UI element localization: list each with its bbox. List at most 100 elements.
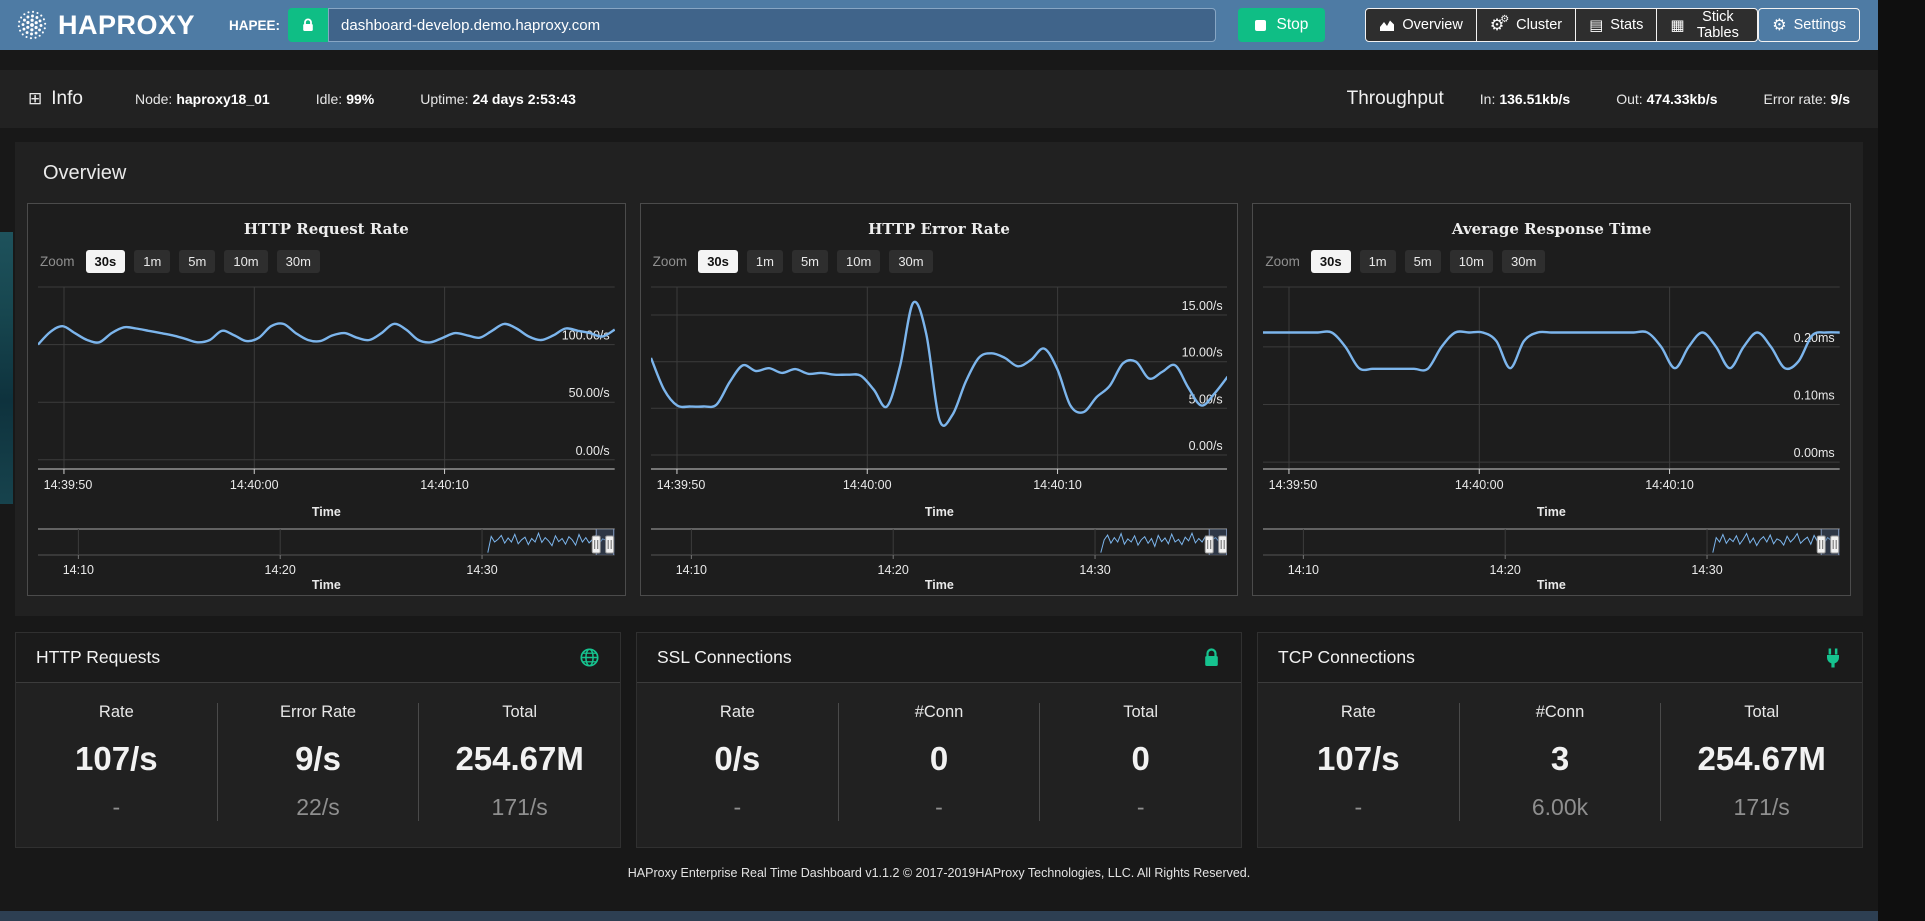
node-info-fields: Node:haproxy18_01 Idle:99% Uptime:24 day…: [135, 91, 576, 107]
zoom-5m-button[interactable]: 5m: [792, 250, 828, 273]
nav-button-group: Overview ⚙⚙ Cluster ▤ Stats ▦ Stick Tabl…: [1365, 8, 1758, 42]
card-body: Rate 107/s - Error Rate 9/s 22/s Total 2…: [16, 683, 620, 847]
svg-text:14:10: 14:10: [675, 563, 706, 577]
stop-button-label: Stop: [1277, 16, 1309, 34]
uptime-field: Uptime:24 days 2:53:43: [420, 91, 576, 107]
overview-nav-label: Overview: [1402, 17, 1462, 33]
stick-tables-nav-label: Stick Tables: [1692, 9, 1745, 41]
brand-name: HAPROXY: [58, 10, 195, 41]
svg-text:Time: Time: [1537, 505, 1566, 519]
chart-title: HTTP Request Rate: [38, 220, 615, 238]
zoom-1m-button[interactable]: 1m: [134, 250, 170, 273]
card-body: Rate 107/s - #Conn 3 6.00k Total 254.67M…: [1258, 683, 1862, 847]
column-subvalue: -: [1048, 794, 1233, 821]
column-subvalue: -: [24, 794, 209, 821]
chart-panel-average-response-time: Average Response Time Zoom 30s 1m 5m 10m…: [1252, 203, 1851, 596]
zoom-30m-button[interactable]: 30m: [1502, 250, 1545, 273]
node-field: Node:haproxy18_01: [135, 91, 270, 107]
column-subvalue: 171/s: [1669, 794, 1854, 821]
svg-text:14:39:50: 14:39:50: [44, 478, 93, 492]
line-chart[interactable]: 100.00/s50.00/s0.00/s14:39:5014:40:0014:…: [38, 283, 615, 519]
column-value: 9/s: [226, 740, 411, 778]
line-chart[interactable]: 0.20ms0.10ms0.00ms14:39:5014:40:0014:40:…: [1263, 283, 1840, 519]
svg-text:10.00/s: 10.00/s: [1181, 346, 1222, 360]
column-subvalue: -: [1266, 794, 1451, 821]
zoom-30s-button[interactable]: 30s: [698, 250, 738, 273]
svg-text:14:40:10: 14:40:10: [1033, 478, 1082, 492]
card-title: TCP Connections: [1278, 647, 1415, 668]
card-header: HTTP Requests: [16, 633, 620, 683]
svg-text:0.00/s: 0.00/s: [576, 444, 610, 458]
dashboard-url-input[interactable]: [328, 8, 1215, 42]
lock-button[interactable]: [288, 8, 328, 42]
svg-text:14:20: 14:20: [1490, 563, 1521, 577]
column-value: 254.67M: [1669, 740, 1854, 778]
chart-title: Average Response Time: [1263, 220, 1840, 238]
info-label: Info: [51, 88, 83, 110]
throughput-fields: In:136.51kb/s Out:474.33kb/s Error rate:…: [1480, 91, 1850, 107]
card-body: Rate 0/s - #Conn 0 - Total 0 -: [637, 683, 1241, 847]
error-rate-field: Error rate:9/s: [1764, 91, 1850, 107]
svg-text:Time: Time: [312, 505, 341, 519]
zoom-controls: Zoom 30s 1m 5m 10m 30m: [653, 250, 1228, 273]
stats-nav-button[interactable]: ▤ Stats: [1575, 8, 1657, 42]
url-input-group: [288, 8, 1215, 42]
svg-text:14:40:10: 14:40:10: [1646, 478, 1695, 492]
zoom-label: Zoom: [40, 254, 75, 269]
zoom-30s-button[interactable]: 30s: [1311, 250, 1351, 273]
stick-tables-nav-button[interactable]: ▦ Stick Tables: [1656, 8, 1758, 42]
card-header: SSL Connections: [637, 633, 1241, 683]
svg-text:14:20: 14:20: [265, 563, 296, 577]
overview-nav-button[interactable]: Overview: [1365, 8, 1476, 42]
zoom-10m-button[interactable]: 10m: [224, 250, 267, 273]
charts-row: HTTP Request Rate Zoom 30s 1m 5m 10m 30m…: [27, 203, 1851, 596]
info-bar: ⊞ Info Node:haproxy18_01 Idle:99% Uptime…: [0, 70, 1878, 128]
zoom-1m-button[interactable]: 1m: [1360, 250, 1396, 273]
column-value: 0: [847, 740, 1032, 778]
column-value: 0: [1048, 740, 1233, 778]
error-rate-column: Error Rate 9/s 22/s: [217, 703, 419, 821]
svg-text:50.00/s: 50.00/s: [569, 386, 610, 400]
svg-text:14:40:00: 14:40:00: [1455, 478, 1504, 492]
chart-panel-http-error-rate: HTTP Error Rate Zoom 30s 1m 5m 10m 30m 1…: [640, 203, 1239, 596]
zoom-5m-button[interactable]: 5m: [1405, 250, 1441, 273]
rate-column: Rate 107/s -: [1258, 703, 1459, 821]
zoom-30s-button[interactable]: 30s: [86, 250, 126, 273]
overview-section: Overview HTTP Request Rate Zoom 30s 1m 5…: [15, 142, 1863, 616]
zoom-5m-button[interactable]: 5m: [179, 250, 215, 273]
chart-navigator[interactable]: 14:1014:2014:30Time: [1263, 527, 1840, 591]
svg-text:Time: Time: [312, 578, 341, 591]
column-subvalue: -: [847, 794, 1032, 821]
svg-text:Time: Time: [925, 505, 954, 519]
lock-icon: [1202, 647, 1221, 668]
svg-text:14:10: 14:10: [63, 563, 94, 577]
stop-button[interactable]: Stop: [1238, 8, 1326, 42]
zoom-label: Zoom: [653, 254, 688, 269]
settings-button[interactable]: ⚙ Settings: [1758, 8, 1860, 42]
svg-text:14:39:50: 14:39:50: [1269, 478, 1318, 492]
zoom-10m-button[interactable]: 10m: [1450, 250, 1493, 273]
rate-column: Rate 0/s -: [637, 703, 838, 821]
area-chart-icon: [1379, 18, 1395, 32]
svg-text:14:30: 14:30: [1079, 563, 1110, 577]
zoom-30m-button[interactable]: 30m: [889, 250, 932, 273]
rate-column: Rate 107/s -: [16, 703, 217, 821]
column-value: 3: [1468, 740, 1653, 778]
svg-text:14:20: 14:20: [877, 563, 908, 577]
column-subvalue: 6.00k: [1468, 794, 1653, 821]
zoom-1m-button[interactable]: 1m: [747, 250, 783, 273]
dashboard-page: HAPROXY HAPEE: Stop Overview: [0, 0, 1878, 921]
haproxy-logo: HAPROXY: [14, 7, 195, 43]
svg-text:0.00/s: 0.00/s: [1188, 439, 1222, 453]
haproxy-logo-icon: [14, 7, 50, 43]
info-toggle[interactable]: ⊞ Info: [28, 88, 83, 110]
line-chart[interactable]: 15.00/s10.00/s5.00/s0.00/s14:39:5014:40:…: [651, 283, 1228, 519]
footer-copyright: HAProxy Enterprise Real Time Dashboard v…: [0, 866, 1878, 880]
zoom-10m-button[interactable]: 10m: [837, 250, 880, 273]
chart-navigator[interactable]: 14:1014:2014:30Time: [38, 527, 615, 591]
throughput-group: Throughput In:136.51kb/s Out:474.33kb/s …: [1347, 88, 1850, 110]
chart-navigator[interactable]: 14:1014:2014:30Time: [651, 527, 1228, 591]
cluster-nav-button[interactable]: ⚙⚙ Cluster: [1476, 8, 1576, 42]
expand-icon: ⊞: [28, 89, 42, 109]
zoom-30m-button[interactable]: 30m: [277, 250, 320, 273]
